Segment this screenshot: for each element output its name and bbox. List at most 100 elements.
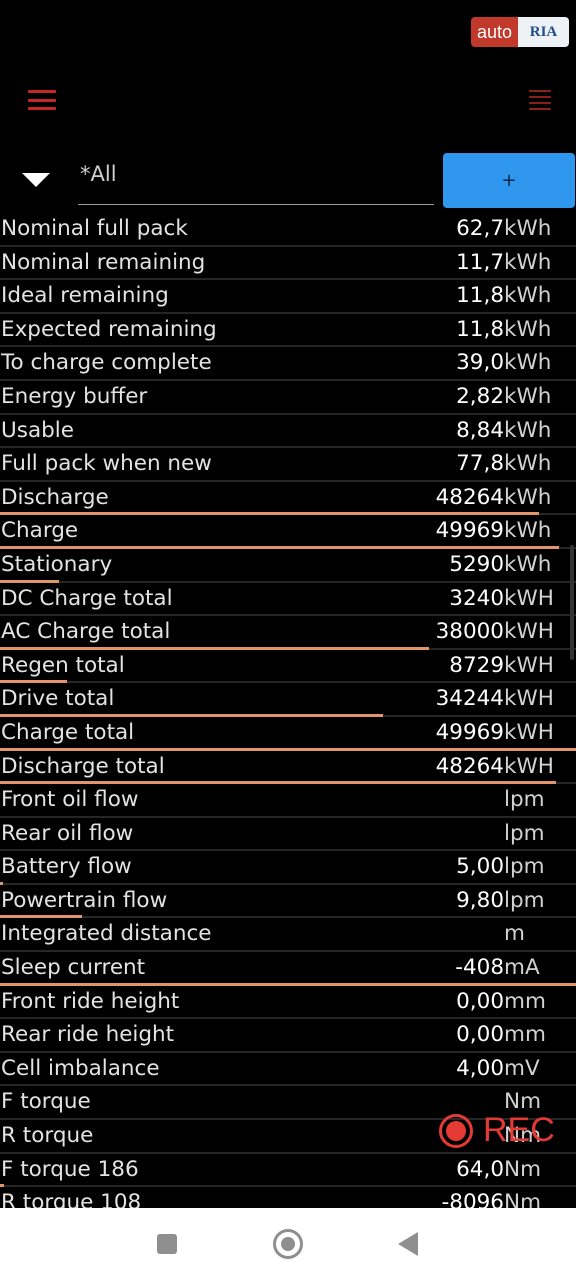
row-label: Charge <box>1 518 79 544</box>
row-unit: lpm <box>504 787 545 813</box>
row-value: 34244 <box>435 686 504 712</box>
row-value: 62,7 <box>456 216 504 241</box>
watermark-auto: auto <box>471 17 519 47</box>
system-nav-bar <box>0 1208 576 1280</box>
list-item[interactable]: Battery flow 5,00 lpm <box>0 851 576 885</box>
list-item[interactable]: R torque 108 -8096 Nm <box>0 1187 576 1208</box>
list-item[interactable]: Charge total 49969 kWH <box>0 717 576 751</box>
row-unit: Nm <box>504 1190 542 1208</box>
row-label: Expected remaining <box>1 316 217 342</box>
list-item[interactable]: Expected remaining 11,8 kWh <box>0 314 576 348</box>
list-item[interactable]: Usable 8,84 kWh <box>0 415 576 449</box>
row-unit: kWH <box>504 619 554 645</box>
row-label: Discharge total <box>1 753 165 779</box>
list-item[interactable]: Front oil flow lpm <box>0 784 576 818</box>
recents-icon[interactable] <box>157 1234 177 1254</box>
list-item[interactable]: Stationary 5290 kWh <box>0 549 576 583</box>
list-item[interactable]: Sleep current -408 mA <box>0 952 576 986</box>
row-value: 2,82 <box>456 383 504 409</box>
list-item[interactable]: Rear oil flow lpm <box>0 818 576 852</box>
row-label: Stationary <box>1 551 113 577</box>
row-value: 64,0 <box>456 1156 504 1182</box>
row-value: 3240 <box>449 585 504 611</box>
list-item[interactable]: Drive total 34244 kWH <box>0 683 576 717</box>
row-label: Rear oil flow <box>1 820 134 846</box>
list-item[interactable]: Energy buffer 2,82 kWh <box>0 381 576 415</box>
dropdown-arrow-icon[interactable] <box>22 173 50 187</box>
list-item[interactable]: Regen total 8729 kWH <box>0 650 576 684</box>
row-unit: mA <box>504 955 540 981</box>
row-unit: mV <box>504 1055 540 1081</box>
data-list[interactable]: Nominal full pack 62,7 kWh Nominal remainin… <box>0 213 576 1208</box>
row-value: 39,0 <box>456 350 504 376</box>
list-item[interactable]: To charge complete 39,0 kWh <box>0 347 576 381</box>
row-unit: kWH <box>504 652 554 678</box>
row-label: Cell imbalance <box>1 1055 160 1081</box>
add-button[interactable]: + <box>443 153 575 208</box>
row-value: 11,8 <box>456 283 504 309</box>
row-label: Powertrain flow <box>1 887 168 913</box>
row-label: Discharge <box>1 484 109 510</box>
row-value: 5290 <box>449 551 504 577</box>
list-item[interactable]: AC Charge total 38000 kWH <box>0 616 576 650</box>
list-item[interactable]: Powertrain flow 9,80 lpm <box>0 885 576 919</box>
row-label: Nominal full pack <box>1 216 188 241</box>
rec-indicator[interactable]: REC <box>439 1111 555 1150</box>
row-unit: kWh <box>504 484 552 510</box>
row-unit: kWh <box>504 383 552 409</box>
row-label: F torque <box>1 1089 91 1115</box>
row-unit: kWH <box>504 686 554 712</box>
row-value: 8,84 <box>456 417 504 443</box>
list-item[interactable]: F torque 186 64,0 Nm <box>0 1154 576 1188</box>
row-value: 38000 <box>435 619 504 645</box>
autoria-watermark: auto RIA <box>471 17 569 47</box>
list-item[interactable]: Full pack when new 77,8 kWh <box>0 448 576 482</box>
list-item[interactable]: Cell imbalance 4,00 mV <box>0 1053 576 1087</box>
row-label: Front oil flow <box>1 787 139 813</box>
row-label: To charge complete <box>1 350 212 376</box>
row-label: Drive total <box>1 686 115 712</box>
row-value: 4,00 <box>456 1055 504 1081</box>
row-unit: kWh <box>504 451 552 477</box>
list-item[interactable]: Discharge total 48264 kWH <box>0 751 576 785</box>
row-label: F torque 186 <box>1 1156 139 1182</box>
row-unit: kWH <box>504 585 554 611</box>
watermark-ria: RIA <box>518 17 569 47</box>
row-label: DC Charge total <box>1 585 173 611</box>
row-value: 8729 <box>449 652 504 678</box>
row-unit: Nm <box>504 1156 542 1182</box>
row-unit: kWh <box>504 551 552 577</box>
list-item[interactable]: DC Charge total 3240 kWH <box>0 583 576 617</box>
row-label: R torque <box>1 1123 94 1149</box>
row-label: R torque 108 <box>1 1190 142 1208</box>
row-value: 11,7 <box>456 249 504 275</box>
row-value: -408 <box>455 955 504 981</box>
options-menu-icon[interactable] <box>529 90 551 110</box>
list-item[interactable]: Discharge 48264 kWh <box>0 482 576 516</box>
row-value: 5,00 <box>456 854 504 880</box>
row-label: Integrated distance <box>1 921 212 947</box>
filter-value: *All <box>80 162 117 186</box>
row-label: Sleep current <box>1 955 146 981</box>
row-unit: lpm <box>504 854 545 880</box>
list-item[interactable]: Nominal remaining 11,7 kWh <box>0 247 576 281</box>
row-unit: kWh <box>504 350 552 376</box>
row-unit: kWh <box>504 417 552 443</box>
back-icon[interactable] <box>398 1232 418 1256</box>
row-unit: mm <box>504 988 546 1014</box>
filter-input[interactable]: *All <box>78 150 434 205</box>
row-label: Charge total <box>1 719 135 745</box>
list-item[interactable]: Charge 49969 kWh <box>0 515 576 549</box>
list-item[interactable]: Front ride height 0,00 mm <box>0 986 576 1020</box>
row-label: AC Charge total <box>1 619 171 645</box>
row-unit: kWh <box>504 249 552 275</box>
home-icon[interactable] <box>273 1229 303 1259</box>
row-value: 0,00 <box>456 988 504 1014</box>
list-item[interactable]: Rear ride height 0,00 mm <box>0 1019 576 1053</box>
list-item[interactable]: Integrated distance m <box>0 918 576 953</box>
list-item[interactable]: Ideal remaining 11,8 kWh <box>0 280 576 314</box>
scrollbar[interactable] <box>570 545 574 660</box>
row-label: Nominal remaining <box>1 249 206 275</box>
menu-icon[interactable] <box>28 90 56 110</box>
list-item[interactable]: Nominal full pack 62,7 kWh <box>0 213 576 247</box>
